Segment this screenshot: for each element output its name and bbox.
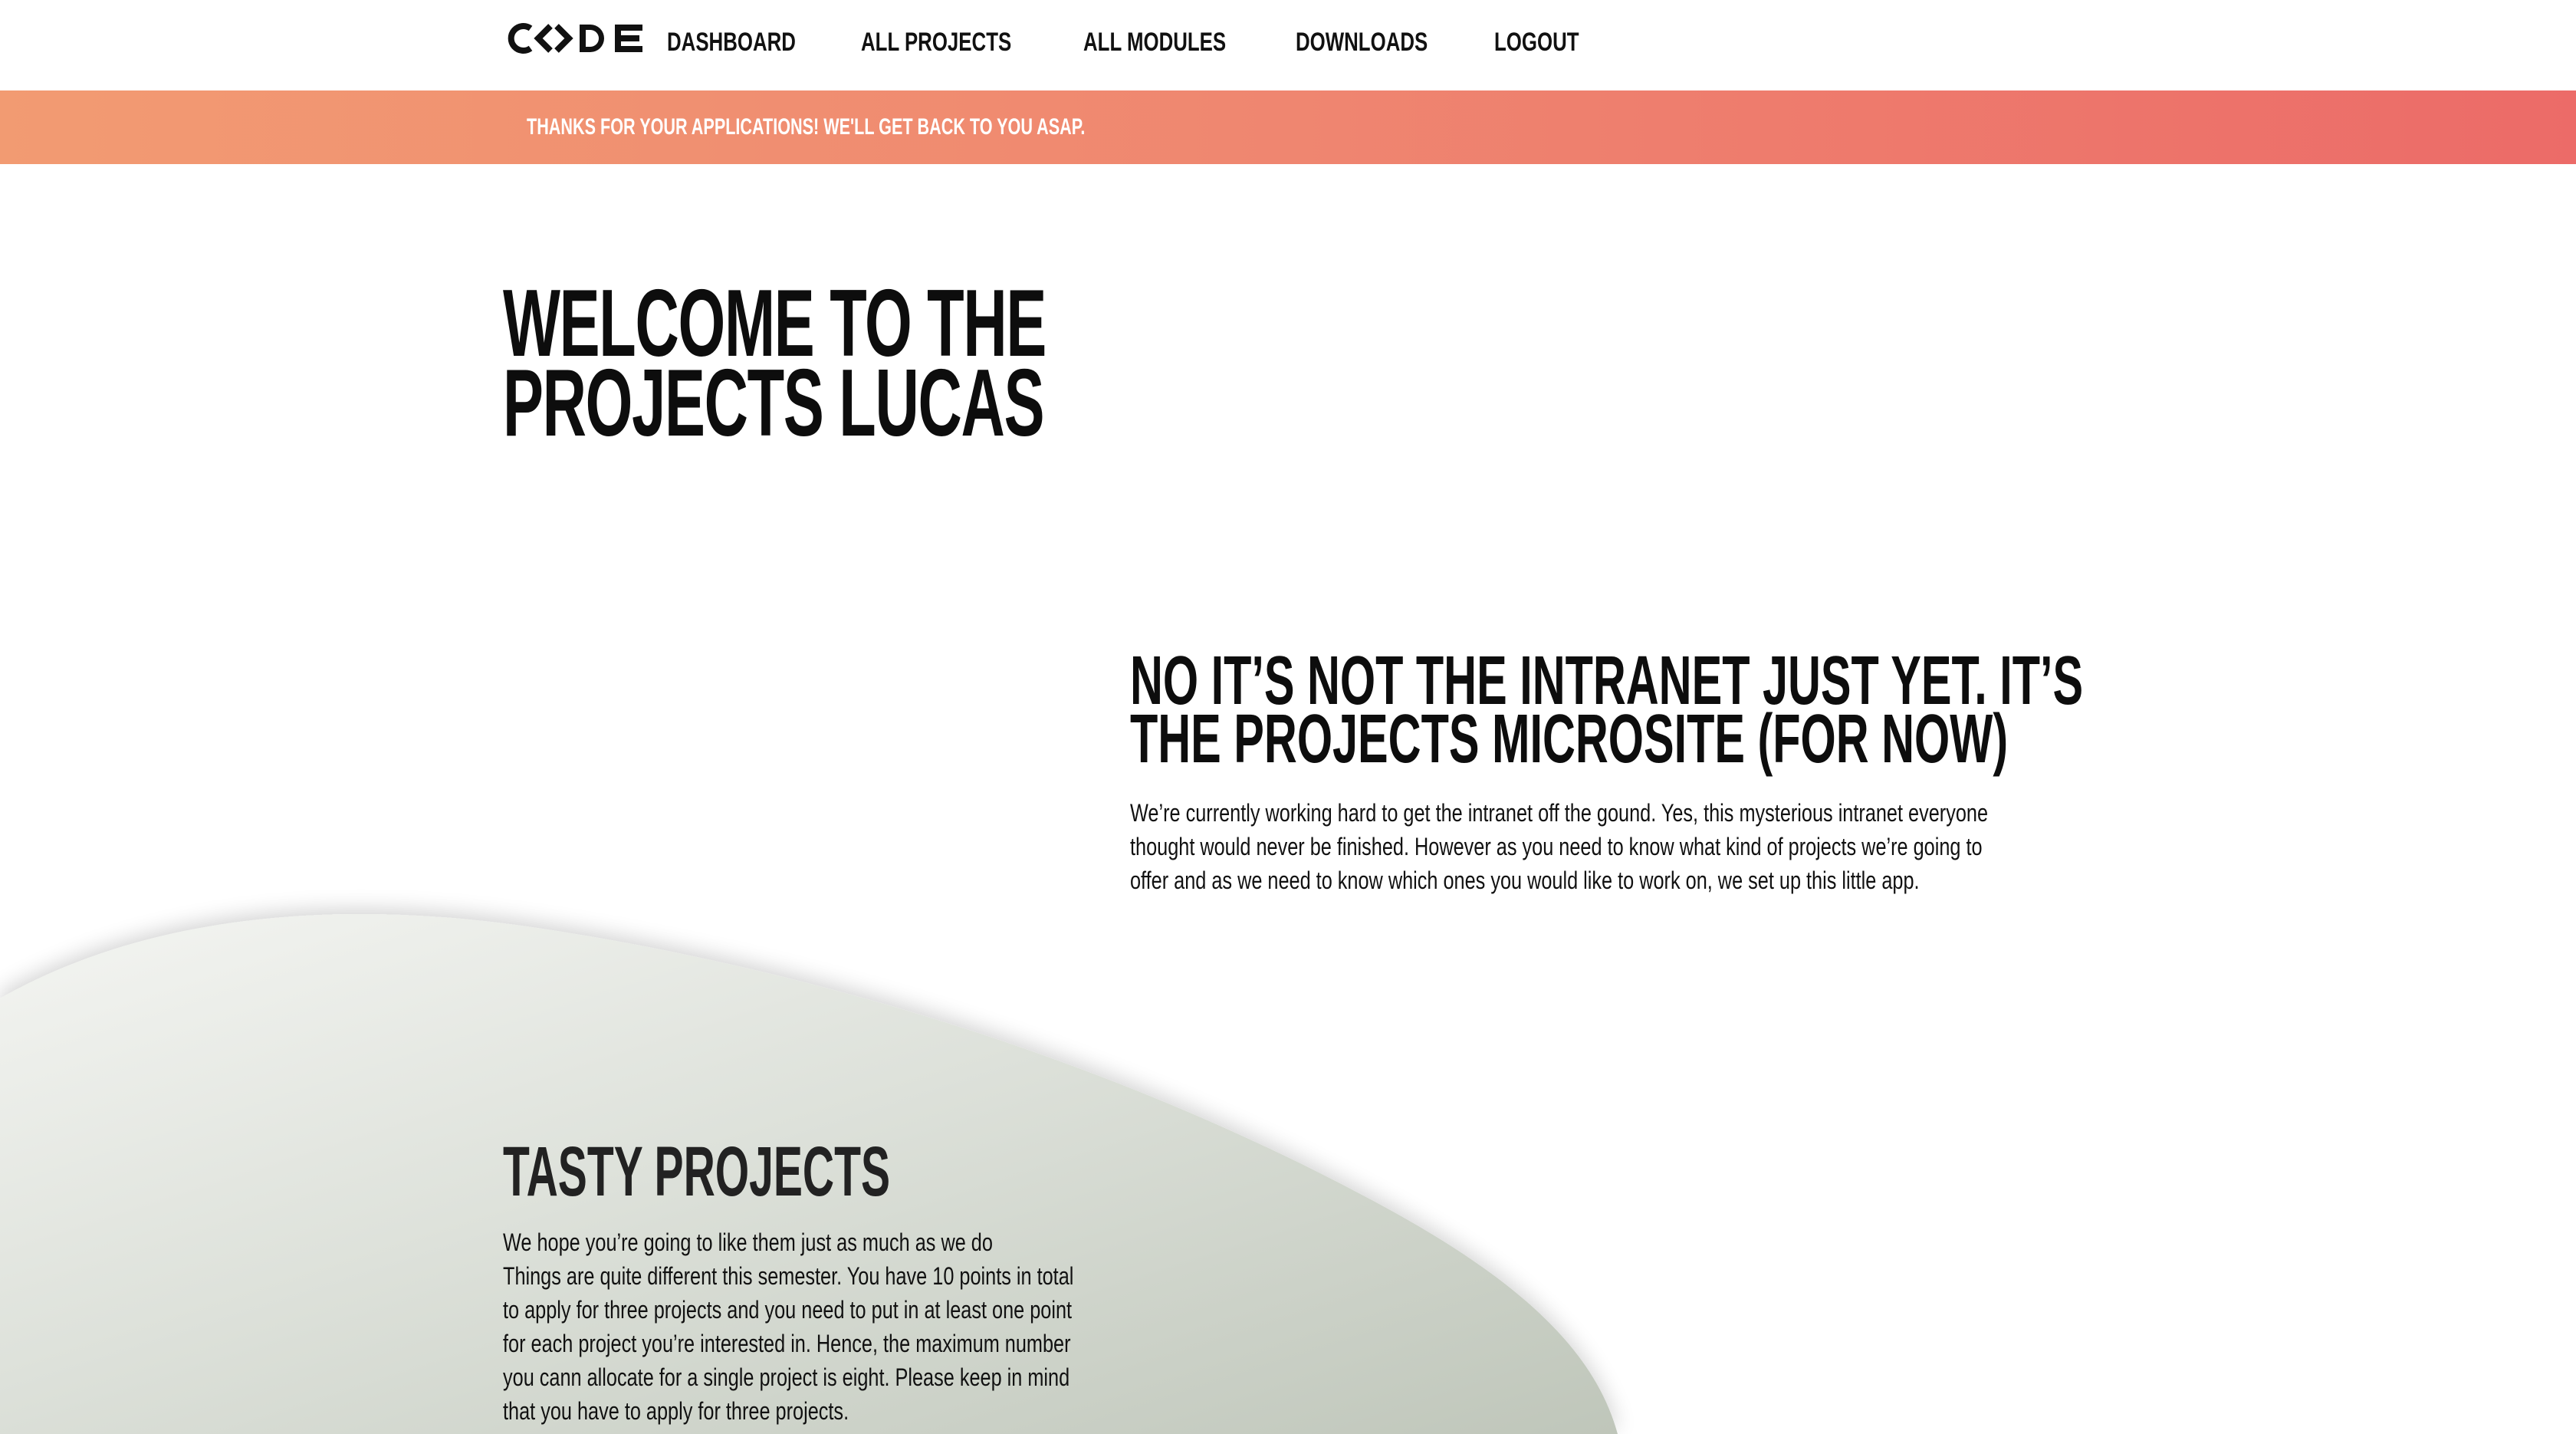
intro-paragraph-line: offer and as we need to know which ones … (1130, 867, 1920, 894)
banner-message: Thanks for your applications! We'll get … (527, 114, 1086, 140)
tasty-paragraph-line: Things are quite different this semester… (503, 1262, 1074, 1290)
nav-downloads[interactable]: Downloads (1296, 23, 1428, 61)
tasty-paragraph-line: you cann allocate for a single project i… (503, 1363, 1070, 1391)
page-title-line: projects Lucas (503, 350, 1045, 456)
page-title: Welcome to the projects Lucas (503, 276, 1046, 456)
nav-dashboard[interactable]: Dashboard (667, 23, 796, 61)
nav-all-modules[interactable]: All modules (1083, 23, 1226, 61)
nav-all-projects[interactable]: All projects (861, 23, 1011, 61)
tasty-projects-heading: Tasty projects (503, 1133, 891, 1211)
top-header: Dashboard All projects All modules Downl… (0, 0, 2576, 90)
tasty-projects-paragraph: We hope you’re going to like them just a… (503, 1225, 1169, 1428)
intro-paragraph-line: We’re currently working hard to get the … (1130, 799, 1989, 827)
tasty-paragraph-line: We hope you’re going to like them just a… (503, 1228, 993, 1256)
tasty-paragraph-line: for each project you’re interested in. H… (503, 1330, 1071, 1357)
intro-heading-line: the projects microsite (for now) (1130, 701, 2009, 778)
notification-banner: Thanks for your applications! We'll get … (0, 90, 2576, 164)
nav-logout[interactable]: Logout (1494, 23, 1579, 61)
intro-heading: No it’s not the intranet just yet. It’s … (1130, 646, 2083, 778)
tasty-paragraph-line: to apply for three projects and you need… (503, 1296, 1073, 1324)
code-logo[interactable] (503, 20, 646, 57)
intro-paragraph: We’re currently working hard to get the … (1130, 796, 2063, 897)
tasty-paragraph-line: that you have to apply for three project… (503, 1397, 849, 1425)
intro-paragraph-line: thought would never be finished. However… (1130, 833, 1983, 860)
main-nav: Dashboard All projects All modules Downl… (667, 23, 1630, 61)
